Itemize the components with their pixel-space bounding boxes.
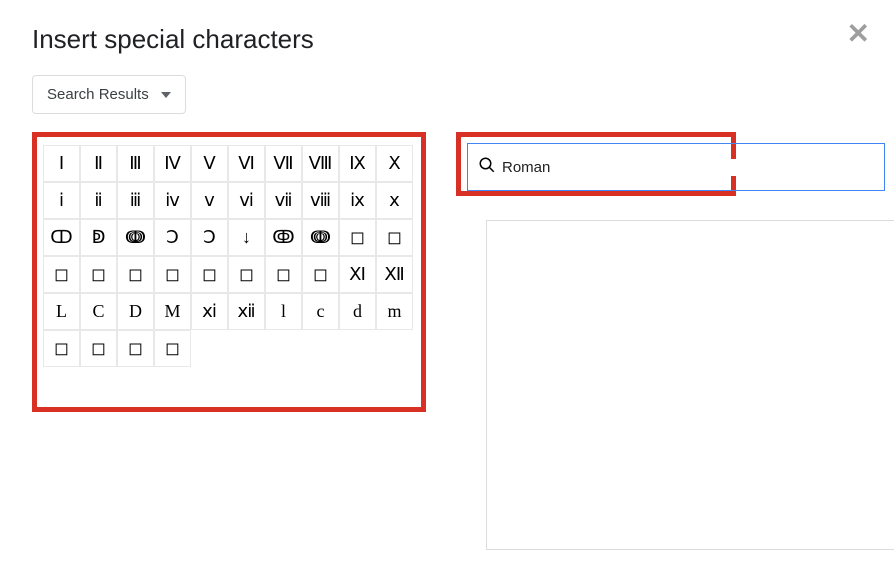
- char-cell[interactable]: C: [80, 293, 117, 330]
- char-cell[interactable]: l: [265, 293, 302, 330]
- char-cell[interactable]: ◻: [191, 256, 228, 293]
- char-cell[interactable]: ◻: [80, 256, 117, 293]
- char-cell[interactable]: Ⅺ: [339, 256, 376, 293]
- char-cell[interactable]: m: [376, 293, 413, 330]
- char-cell[interactable]: ⅸ: [339, 182, 376, 219]
- draw-panel[interactable]: [486, 220, 894, 550]
- char-cell[interactable]: ◻: [117, 330, 154, 367]
- search-icon: [478, 156, 496, 179]
- char-cell[interactable]: Ↄ: [154, 219, 191, 256]
- char-cell[interactable]: Ⅳ: [154, 145, 191, 182]
- char-cell[interactable]: ⅴ: [191, 182, 228, 219]
- char-cell[interactable]: ⅳ: [154, 182, 191, 219]
- char-cell[interactable]: ⅻ: [228, 293, 265, 330]
- char-cell[interactable]: ⅷ: [302, 182, 339, 219]
- char-cell[interactable]: ⅱ: [80, 182, 117, 219]
- char-cell[interactable]: ◻: [80, 330, 117, 367]
- char-cell[interactable]: ↈ: [302, 219, 339, 256]
- char-cell[interactable]: ↀ: [43, 219, 80, 256]
- char-cell[interactable]: M: [154, 293, 191, 330]
- char-cell[interactable]: Ⅰ: [43, 145, 80, 182]
- char-cell[interactable]: ↈ: [117, 219, 154, 256]
- char-cell[interactable]: ◻: [43, 256, 80, 293]
- char-cell[interactable]: ◻: [302, 256, 339, 293]
- char-cell[interactable]: Ⅲ: [117, 145, 154, 182]
- close-icon: ✕: [847, 18, 870, 49]
- character-results-panel: ⅠⅡⅢⅣⅤⅥⅦⅧⅨⅩⅰⅱⅲⅳⅴⅵⅶⅷⅸⅹↀↁↈↃↃ↓ↂↈ◻◻◻◻◻◻◻◻◻◻ⅪⅫ…: [32, 132, 426, 412]
- char-cell[interactable]: ◻: [228, 256, 265, 293]
- char-cell[interactable]: c: [302, 293, 339, 330]
- char-cell[interactable]: ⅺ: [191, 293, 228, 330]
- char-cell[interactable]: Ⅴ: [191, 145, 228, 182]
- char-cell[interactable]: ◻: [376, 219, 413, 256]
- character-grid: ⅠⅡⅢⅣⅤⅥⅦⅧⅨⅩⅰⅱⅲⅳⅴⅵⅶⅷⅸⅹↀↁↈↃↃ↓ↂↈ◻◻◻◻◻◻◻◻◻◻ⅪⅫ…: [43, 145, 415, 367]
- char-cell[interactable]: ↁ: [80, 219, 117, 256]
- search-box[interactable]: [467, 143, 885, 191]
- dialog-title: Insert special characters: [32, 24, 862, 55]
- char-cell[interactable]: Ⅹ: [376, 145, 413, 182]
- search-input[interactable]: [502, 159, 874, 176]
- char-cell[interactable]: Ⅻ: [376, 256, 413, 293]
- char-cell[interactable]: ◻: [265, 256, 302, 293]
- char-cell[interactable]: ⅹ: [376, 182, 413, 219]
- char-cell[interactable]: Ⅷ: [302, 145, 339, 182]
- char-cell[interactable]: Ⅱ: [80, 145, 117, 182]
- category-dropdown-label: Search Results: [47, 86, 149, 103]
- char-cell[interactable]: Ⅶ: [265, 145, 302, 182]
- char-cell[interactable]: ◻: [154, 256, 191, 293]
- char-cell[interactable]: ↓: [228, 219, 265, 256]
- char-cell[interactable]: L: [43, 293, 80, 330]
- close-button[interactable]: ✕: [847, 20, 870, 48]
- char-cell[interactable]: ◻: [117, 256, 154, 293]
- char-cell[interactable]: Ⅸ: [339, 145, 376, 182]
- char-cell[interactable]: ◻: [154, 330, 191, 367]
- char-cell[interactable]: Ↄ: [191, 219, 228, 256]
- search-panel: [456, 132, 736, 196]
- char-cell[interactable]: ⅲ: [117, 182, 154, 219]
- char-cell[interactable]: d: [339, 293, 376, 330]
- category-dropdown[interactable]: Search Results: [32, 75, 186, 114]
- chevron-down-icon: [161, 92, 171, 98]
- char-cell[interactable]: D: [117, 293, 154, 330]
- char-cell[interactable]: ⅶ: [265, 182, 302, 219]
- char-cell[interactable]: ⅵ: [228, 182, 265, 219]
- char-cell[interactable]: ◻: [43, 330, 80, 367]
- char-cell[interactable]: ⅰ: [43, 182, 80, 219]
- char-cell[interactable]: Ⅵ: [228, 145, 265, 182]
- char-cell[interactable]: ◻: [339, 219, 376, 256]
- char-cell[interactable]: ↂ: [265, 219, 302, 256]
